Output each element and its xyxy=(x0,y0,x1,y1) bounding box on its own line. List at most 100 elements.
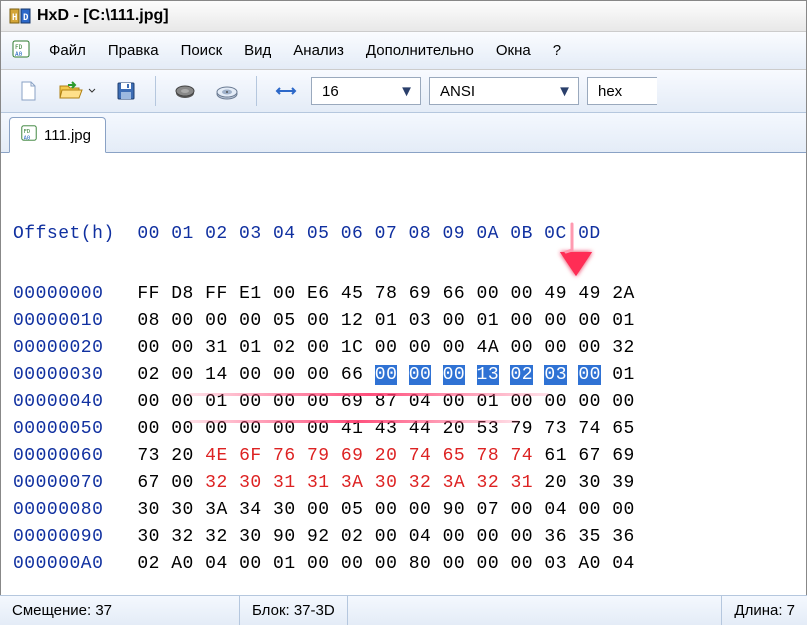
hex-byte[interactable]: 00 xyxy=(137,392,160,412)
hex-byte[interactable]: 2A xyxy=(612,284,635,304)
hex-byte[interactable]: 00 xyxy=(375,527,398,547)
hex-byte[interactable]: 00 xyxy=(375,365,398,385)
menu-edit[interactable]: Правка xyxy=(98,38,169,63)
hex-byte[interactable]: 20 xyxy=(375,446,398,466)
hex-byte[interactable]: 00 xyxy=(510,284,533,304)
hex-byte[interactable]: 30 xyxy=(375,473,398,493)
hex-byte[interactable]: 00 xyxy=(205,311,228,331)
file-tab[interactable]: FDA0 111.jpg xyxy=(9,117,106,153)
hex-byte[interactable]: 00 xyxy=(307,311,330,331)
menu-extra[interactable]: Дополнительно xyxy=(356,38,484,63)
hex-byte[interactable]: 00 xyxy=(239,554,262,574)
hex-byte[interactable]: 00 xyxy=(510,554,533,574)
hex-byte[interactable]: 00 xyxy=(375,338,398,358)
hex-byte[interactable]: 00 xyxy=(409,365,432,385)
hex-byte[interactable]: 00 xyxy=(273,365,296,385)
hex-byte[interactable]: 00 xyxy=(578,392,601,412)
hex-byte[interactable]: E6 xyxy=(307,284,330,304)
hex-byte[interactable]: 01 xyxy=(273,554,296,574)
hex-byte[interactable]: 00 xyxy=(612,392,635,412)
hex-row[interactable]: 00000070 67 00 32 30 31 31 3A 30 32 3A 3… xyxy=(13,470,794,497)
hex-byte[interactable]: 03 xyxy=(409,311,432,331)
hex-byte[interactable]: 01 xyxy=(375,311,398,331)
hex-byte[interactable]: 31 xyxy=(510,473,533,493)
hex-byte[interactable]: 4A xyxy=(477,338,500,358)
menu-analysis[interactable]: Анализ xyxy=(283,38,354,63)
hex-byte[interactable]: 00 xyxy=(171,311,194,331)
hex-byte[interactable]: 30 xyxy=(578,473,601,493)
hex-byte[interactable]: 00 xyxy=(409,500,432,520)
hex-byte[interactable]: 30 xyxy=(137,527,160,547)
hex-byte[interactable]: 45 xyxy=(341,284,364,304)
hex-byte[interactable]: 00 xyxy=(443,365,466,385)
bytes-per-row-combo[interactable]: 16 ▼ xyxy=(311,77,421,105)
hex-byte[interactable]: 00 xyxy=(171,365,194,385)
hex-byte[interactable]: 69 xyxy=(341,446,364,466)
hex-byte[interactable]: A0 xyxy=(171,554,194,574)
hex-byte[interactable]: 05 xyxy=(273,311,296,331)
menu-view[interactable]: Вид xyxy=(234,38,281,63)
hex-byte[interactable]: 00 xyxy=(171,473,194,493)
hex-byte[interactable]: 30 xyxy=(137,500,160,520)
hex-byte[interactable]: 00 xyxy=(307,365,330,385)
hex-byte[interactable]: 4E xyxy=(205,446,228,466)
base-combo[interactable]: hex xyxy=(587,77,657,105)
hex-byte[interactable]: 04 xyxy=(544,500,567,520)
hex-byte[interactable]: 00 xyxy=(307,338,330,358)
hex-byte[interactable]: 76 xyxy=(273,446,296,466)
hex-byte[interactable]: 00 xyxy=(137,338,160,358)
hex-row[interactable]: 00000000 FF D8 FF E1 00 E6 45 78 69 66 0… xyxy=(13,281,794,308)
hex-byte[interactable]: 00 xyxy=(273,284,296,304)
hex-byte[interactable]: 03 xyxy=(544,554,567,574)
hex-byte[interactable]: 32 xyxy=(477,473,500,493)
hex-row[interactable]: 00000010 08 00 00 00 05 00 12 01 03 00 0… xyxy=(13,308,794,335)
menu-help[interactable]: ? xyxy=(543,38,571,63)
hex-byte[interactable]: 34 xyxy=(239,500,262,520)
hex-byte[interactable]: FF xyxy=(137,284,160,304)
hex-byte[interactable]: 08 xyxy=(137,311,160,331)
hex-byte[interactable]: 73 xyxy=(137,446,160,466)
hex-byte[interactable]: 32 xyxy=(171,527,194,547)
hex-byte[interactable]: 00 xyxy=(477,284,500,304)
hex-byte[interactable]: 61 xyxy=(544,446,567,466)
hex-byte[interactable]: 36 xyxy=(544,527,567,547)
hex-byte[interactable]: 01 xyxy=(612,311,635,331)
hex-byte[interactable]: 00 xyxy=(307,554,330,574)
hex-byte[interactable]: FF xyxy=(205,284,228,304)
hex-byte[interactable]: 49 xyxy=(578,284,601,304)
hex-byte[interactable]: 00 xyxy=(578,365,601,385)
hex-byte[interactable]: E1 xyxy=(239,284,262,304)
hex-byte[interactable]: 66 xyxy=(443,284,466,304)
menu-windows[interactable]: Окна xyxy=(486,38,541,63)
hex-byte[interactable]: 00 xyxy=(544,311,567,331)
hex-byte[interactable]: 32 xyxy=(205,527,228,547)
save-button[interactable] xyxy=(109,74,143,108)
hex-byte[interactable]: 74 xyxy=(409,446,432,466)
hex-byte[interactable]: 14 xyxy=(205,365,228,385)
hex-byte[interactable]: 00 xyxy=(239,311,262,331)
hex-byte[interactable]: 90 xyxy=(273,527,296,547)
hex-byte[interactable]: 05 xyxy=(341,500,364,520)
hex-byte[interactable]: 04 xyxy=(612,554,635,574)
hex-byte[interactable]: 00 xyxy=(443,527,466,547)
hex-byte[interactable]: 00 xyxy=(443,311,466,331)
chip-icon[interactable] xyxy=(168,74,202,108)
hex-row[interactable]: 00000060 73 20 4E 6F 76 79 69 20 74 65 7… xyxy=(13,443,794,470)
hex-byte[interactable]: 49 xyxy=(544,284,567,304)
hex-byte[interactable]: 12 xyxy=(341,311,364,331)
hex-byte[interactable]: 00 xyxy=(307,500,330,520)
hex-byte[interactable]: 01 xyxy=(477,311,500,331)
hex-byte[interactable]: 04 xyxy=(205,554,228,574)
menu-search[interactable]: Поиск xyxy=(171,38,233,63)
hex-row[interactable]: 00000030 02 00 14 00 00 00 66 00 00 00 1… xyxy=(13,362,794,389)
hex-byte[interactable]: 20 xyxy=(544,473,567,493)
hex-byte[interactable]: 66 xyxy=(341,365,364,385)
hex-byte[interactable]: 00 xyxy=(239,365,262,385)
hex-byte[interactable]: 30 xyxy=(239,473,262,493)
hex-byte[interactable]: 02 xyxy=(341,527,364,547)
encoding-combo[interactable]: ANSI ▼ xyxy=(429,77,579,105)
hex-byte[interactable]: 00 xyxy=(544,338,567,358)
hex-byte[interactable]: 32 xyxy=(612,338,635,358)
hex-byte[interactable]: 90 xyxy=(443,500,466,520)
hex-byte[interactable]: 69 xyxy=(409,284,432,304)
